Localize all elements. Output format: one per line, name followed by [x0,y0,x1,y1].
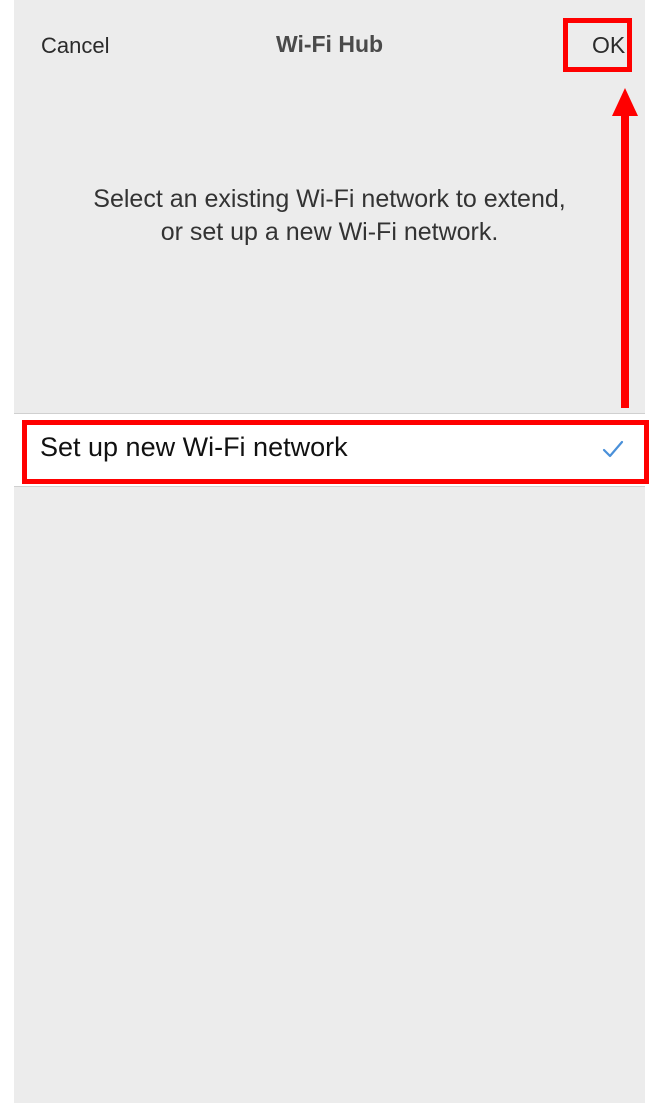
instruction-text: Select an existing Wi-Fi network to exte… [34,183,625,249]
wifi-hub-screen: Cancel Wi-Fi Hub OK Select an existing W… [14,0,645,1103]
instruction-line-2: or set up a new Wi-Fi network. [160,218,499,246]
instruction-line-1: Select an existing Wi-Fi network to exte… [93,185,566,213]
annotation-row-highlight [22,420,649,484]
annotation-arrow-icon [612,88,638,408]
list-divider-bottom [14,486,645,487]
navigation-bar: Cancel Wi-Fi Hub OK [14,0,645,90]
annotation-ok-highlight [563,18,632,72]
page-title: Wi-Fi Hub [275,31,384,57]
